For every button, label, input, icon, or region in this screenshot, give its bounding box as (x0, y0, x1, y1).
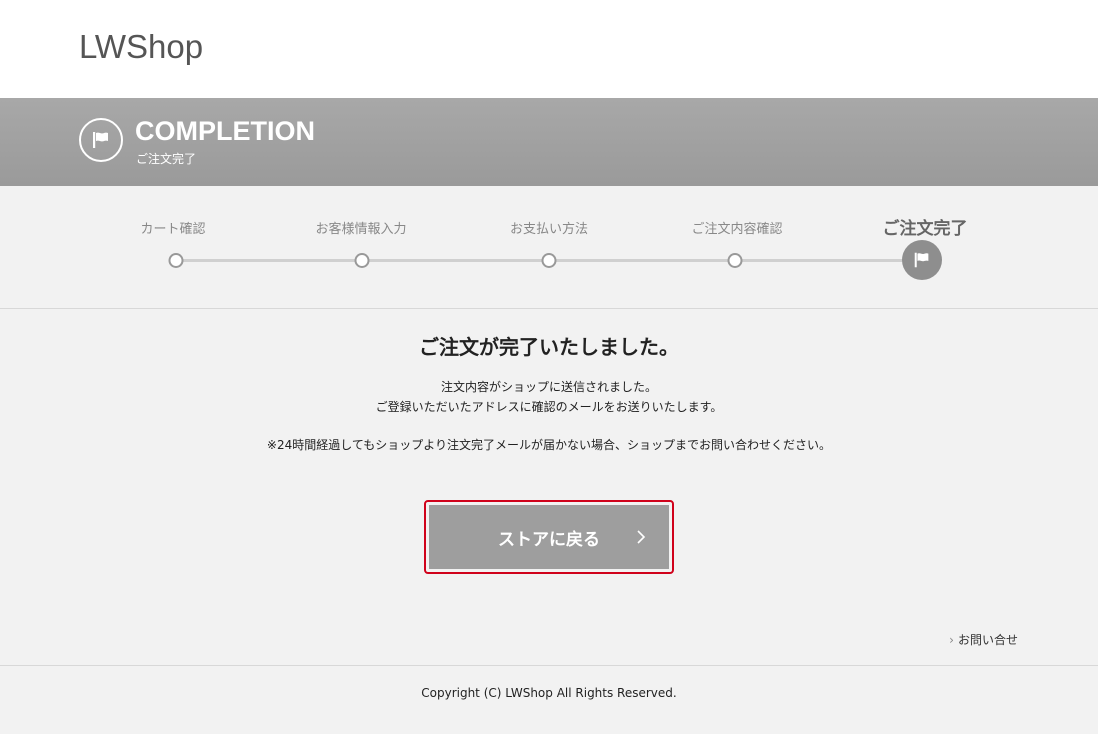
back-to-store-button[interactable]: ストアに戻る (429, 505, 669, 569)
page-banner: COMPLETION ご注文完了 (0, 98, 1098, 186)
email-notice: ※24時間経過してもショップより注文完了メールが届かない場合、ショップまでお問い… (266, 438, 832, 452)
shop-logo[interactable]: LWShop (79, 28, 203, 66)
step-dot-payment (541, 253, 557, 268)
inquiry-link[interactable]: › お問い合せ (949, 631, 1018, 648)
step-current-flag-icon (902, 240, 942, 280)
step-dot-customer-info (354, 253, 370, 268)
step-dot-cart (168, 253, 184, 268)
step-label-cart: カート確認 (140, 222, 206, 237)
message-line-2: ご登録いただいたアドレスに確認のメールをお送りいたします。 (375, 400, 723, 414)
step-label-payment: お支払い方法 (509, 222, 589, 237)
back-to-store-label: ストアに戻る (498, 529, 600, 550)
step-label-completion: ご注文完了 (882, 219, 968, 239)
completion-heading: ご注文が完了いたしました。 (419, 335, 679, 359)
site-header: LWShop (0, 0, 1098, 98)
chevron-right-icon (635, 525, 647, 554)
copyright-text: Copyright (C) LWShop All Rights Reserved… (421, 686, 677, 700)
step-label-order-review: ご注文内容確認 (691, 222, 783, 237)
step-label-customer-info: お客様情報入力 (315, 222, 407, 237)
page-title: COMPLETION (135, 116, 315, 146)
checkout-progress: カート確認 お客様情報入力 お支払い方法 ご注文内容確認 ご注文完了 (0, 186, 1098, 308)
page-subtitle: ご注文完了 (136, 152, 197, 166)
chevron-right-icon: › (949, 633, 954, 647)
step-dot-order-review (727, 253, 743, 268)
divider (0, 308, 1098, 309)
flag-icon (79, 118, 123, 162)
inquiry-link-label: お問い合せ (957, 633, 1018, 647)
main-content: カート確認 お客様情報入力 お支払い方法 ご注文内容確認 ご注文完了 ご注文が完… (0, 186, 1098, 734)
footer-divider (0, 665, 1098, 666)
message-line-1: 注文内容がショップに送信されました。 (440, 380, 657, 394)
